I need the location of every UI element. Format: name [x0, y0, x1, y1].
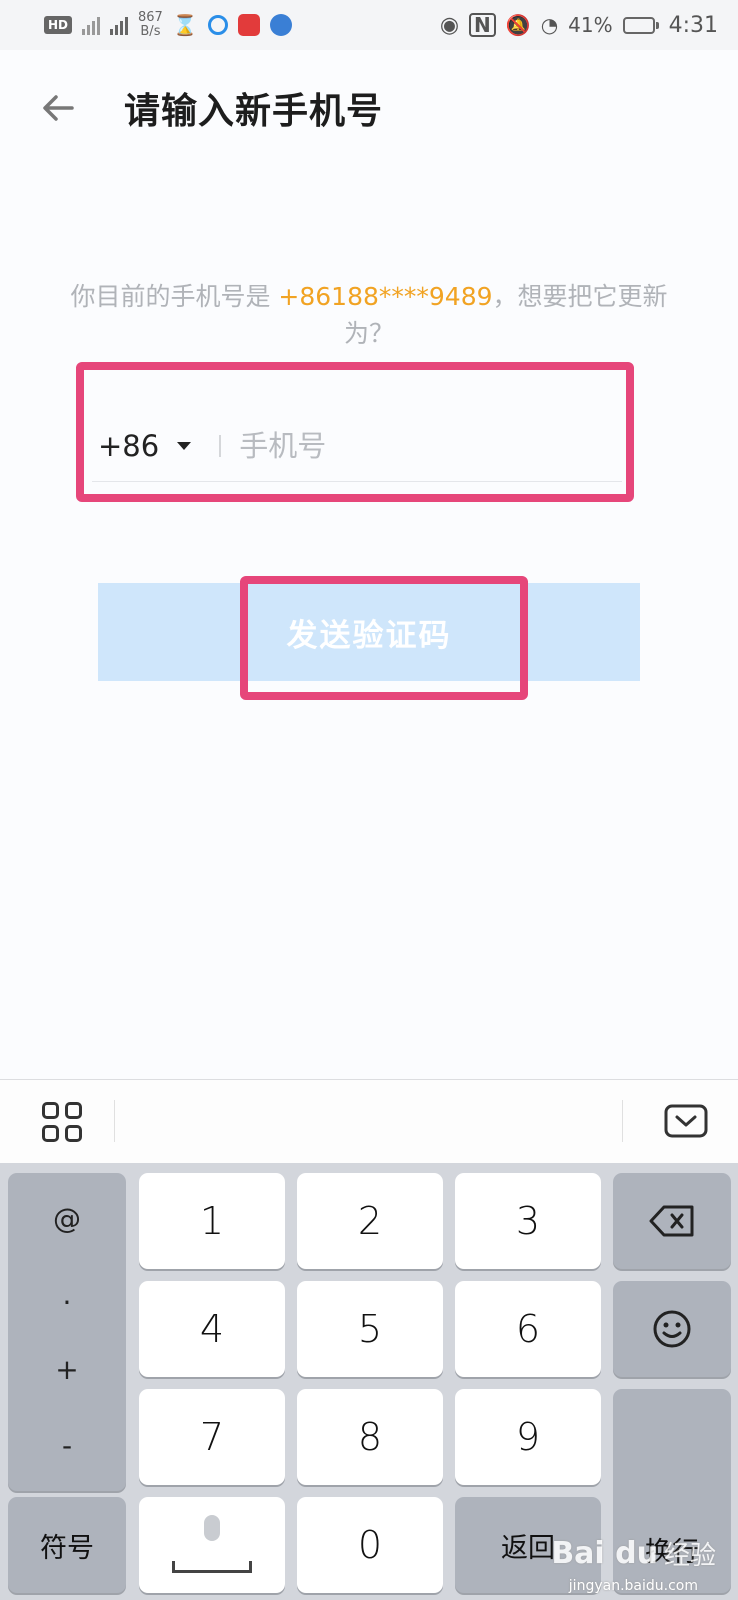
key-9[interactable]: 9	[455, 1389, 601, 1485]
network-speed: 867 B/s	[138, 11, 163, 39]
key-5[interactable]: 5	[297, 1281, 443, 1377]
microphone-icon	[204, 1515, 220, 1541]
key-at[interactable]: @	[53, 1202, 81, 1235]
key-label: 9	[515, 1415, 541, 1459]
app-notification-icon	[237, 14, 260, 36]
current-phone-number: +86188****9489	[278, 282, 493, 311]
hide-keyboard-icon[interactable]	[664, 1104, 708, 1138]
key-4[interactable]: 4	[139, 1281, 285, 1377]
mute-bell-icon: 🔕	[505, 13, 531, 37]
key-2[interactable]: 2	[297, 1173, 443, 1269]
speed-value: 867	[138, 10, 163, 25]
toolbar-divider	[622, 1100, 623, 1142]
key-label: 0	[357, 1523, 383, 1567]
input-divider	[219, 434, 222, 457]
baidu-watermark: Bai du 经验	[551, 1535, 716, 1572]
key-7[interactable]: 7	[139, 1389, 285, 1485]
nfc-icon: N	[469, 13, 496, 37]
symbol-key-label: 符号	[40, 1532, 94, 1564]
battery-percent: 41%	[568, 13, 613, 37]
key-0[interactable]: 0	[297, 1497, 443, 1593]
key-label: 4	[199, 1307, 225, 1351]
back-arrow-icon[interactable]	[38, 88, 78, 128]
phone-input-row: +86	[92, 410, 622, 482]
watermark-text: 经验	[663, 1541, 716, 1571]
key-dot[interactable]: .	[63, 1278, 72, 1311]
send-code-label: 发送验证码	[286, 617, 452, 653]
status-left: HD 867 B/s ⌛	[44, 11, 292, 39]
app-notification-icon	[207, 15, 228, 35]
prompt-prefix: 你目前的手机号是	[70, 282, 279, 311]
speed-unit: B/s	[140, 24, 161, 39]
key-label: 8	[357, 1415, 383, 1459]
key-1[interactable]: 1	[139, 1173, 285, 1269]
watermark-url: jingyan.baidu.com	[568, 1578, 698, 1594]
speed-gauge-icon: ◔	[540, 13, 559, 37]
backspace-key[interactable]	[613, 1173, 731, 1269]
key-label: 5	[357, 1307, 383, 1351]
numeric-keyboard: @ . + - 1 2 3 4 5 6 7 8 9 换行 符号 0 返回 Bai…	[0, 1163, 738, 1600]
key-label: 6	[515, 1307, 541, 1351]
battery-icon	[622, 16, 659, 34]
app-notification-icon	[269, 14, 292, 36]
status-bar: HD 867 B/s ⌛ ◉ N 🔕 ◔ 41% 4:31	[0, 0, 738, 50]
apps-grid-icon[interactable]	[42, 1102, 82, 1142]
eye-icon: ◉	[439, 12, 460, 38]
emoji-key[interactable]	[613, 1281, 731, 1377]
key-3[interactable]: 3	[455, 1173, 601, 1269]
signal-icon	[82, 15, 101, 35]
signal-4g-icon	[110, 15, 129, 35]
key-6[interactable]: 6	[455, 1281, 601, 1377]
key-label: 1	[199, 1199, 225, 1243]
clock: 4:31	[668, 12, 718, 38]
page-header: 请输入新手机号	[0, 60, 738, 160]
current-phone-prompt: 你目前的手机号是 +86188****9489，想要把它更新为？	[60, 278, 678, 352]
space-key[interactable]	[139, 1497, 285, 1593]
symbol-key[interactable]: 符号	[8, 1497, 126, 1593]
country-code-selector[interactable]: +86	[98, 429, 159, 463]
hourglass-icon: ⌛	[172, 13, 198, 37]
status-right: ◉ N 🔕 ◔ 41% 4:31	[440, 13, 718, 38]
key-plus[interactable]: +	[55, 1353, 78, 1386]
key-minus[interactable]: -	[62, 1429, 72, 1462]
return-key-label: 返回	[501, 1532, 555, 1564]
phone-number-input[interactable]	[239, 428, 620, 463]
watermark-logo: Bai du	[551, 1536, 658, 1571]
key-label: 7	[199, 1415, 225, 1459]
key-8[interactable]: 8	[297, 1389, 443, 1485]
space-bar-icon	[172, 1561, 252, 1573]
key-label: 2	[357, 1199, 383, 1243]
send-code-button[interactable]: 发送验证码	[98, 583, 640, 681]
key-label: 3	[515, 1199, 541, 1243]
page-title: 请输入新手机号	[124, 91, 384, 132]
dropdown-caret-icon[interactable]	[177, 441, 192, 450]
keyboard-toolbar	[0, 1079, 738, 1163]
smiley-icon	[653, 1310, 691, 1348]
backspace-icon	[649, 1205, 694, 1237]
symbol-column[interactable]: @ . + -	[8, 1173, 126, 1491]
toolbar-divider	[114, 1100, 115, 1142]
hd-badge: HD	[44, 16, 73, 34]
